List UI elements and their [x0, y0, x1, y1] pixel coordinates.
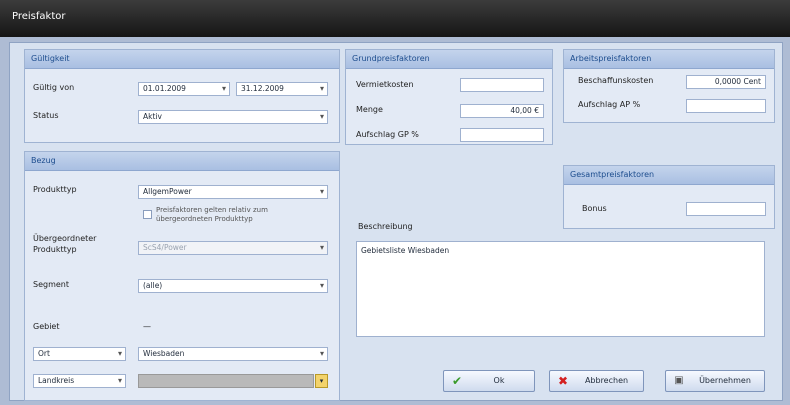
beschreibung-label: Beschreibung: [358, 222, 413, 231]
segment-select[interactable]: (alle): [138, 279, 328, 293]
beschaffung-input[interactable]: 0,0000 Cent: [686, 75, 766, 89]
gesamtpreis-header: Gesamtpreisfaktoren: [564, 166, 774, 185]
bezug-header: Bezug: [25, 152, 339, 171]
ok-button[interactable]: ✔ Ok: [443, 370, 535, 392]
vermietkosten-label: Vermietkosten: [356, 80, 414, 89]
menge-label: Menge: [356, 105, 383, 114]
landkreis-type-select[interactable]: Landkreis: [33, 374, 126, 388]
produkttyp-select[interactable]: AllgemPower: [138, 185, 328, 199]
status-label: Status: [33, 111, 59, 120]
arbeitspreis-panel: Arbeitspreisfaktoren Beschaffunskosten 0…: [563, 49, 775, 123]
ort-select[interactable]: Wiesbaden: [138, 347, 328, 361]
aufschlag-ap-label: Aufschlag AP %: [578, 100, 641, 109]
grundpreis-panel: Grundpreisfaktoren Vermietkosten Menge 4…: [345, 49, 553, 145]
status-select[interactable]: Aktiv: [138, 110, 328, 124]
cancel-button[interactable]: ✖ Abbrechen: [549, 370, 644, 392]
bonus-label: Bonus: [582, 204, 607, 213]
produkttyp-label: Produkttyp: [33, 185, 77, 194]
vermietkosten-input[interactable]: [460, 78, 544, 92]
gueltig-von-label: Gültig von: [33, 83, 75, 92]
landkreis-browse-button[interactable]: ▾: [315, 374, 328, 388]
uebergeordneter-produkttyp-label: Übergeordneter Produkttyp: [33, 234, 97, 254]
dialog-body: Gültigkeit Gültig von 01.01.2009 31.12.2…: [9, 42, 783, 401]
gueltigkeit-header: Gültigkeit: [25, 50, 339, 69]
date-to-picker[interactable]: 31.12.2009: [236, 82, 328, 96]
menge-input[interactable]: 40,00 €: [460, 104, 544, 118]
bezug-panel: Bezug Produkttyp AllgemPower Preisfaktor…: [24, 151, 340, 401]
arbeitspreis-header: Arbeitspreisfaktoren: [564, 50, 774, 69]
relative-checkbox[interactable]: [143, 210, 152, 219]
close-icon: ✖: [557, 374, 569, 388]
aufschlag-gp-label: Aufschlag GP %: [356, 130, 419, 139]
beschreibung-textarea[interactable]: Gebietsliste Wiesbaden: [356, 241, 765, 337]
apply-button[interactable]: ▣ Übernehmen: [665, 370, 765, 392]
relative-checkbox-label: Preisfaktoren gelten relativ zum übergeo…: [156, 206, 268, 223]
gueltigkeit-panel: Gültigkeit Gültig von 01.01.2009 31.12.2…: [24, 49, 340, 143]
gebiet-label: Gebiet: [33, 322, 60, 331]
title-bar[interactable]: Preisfaktor: [0, 0, 790, 37]
uebergeordneter-produkttyp-select[interactable]: ScS4/Power: [138, 241, 328, 255]
beschaffung-label: Beschaffunskosten: [578, 76, 654, 85]
save-icon: ▣: [674, 375, 684, 386]
ort-type-select[interactable]: Ort: [33, 347, 126, 361]
gesamtpreis-panel: Gesamtpreisfaktoren Bonus: [563, 165, 775, 229]
aufschlag-ap-input[interactable]: [686, 99, 766, 113]
checkmark-icon: ✔: [451, 374, 463, 388]
gebiet-value: —: [143, 322, 151, 331]
date-from-picker[interactable]: 01.01.2009: [138, 82, 230, 96]
aufschlag-gp-input[interactable]: [460, 128, 544, 142]
grundpreis-header: Grundpreisfaktoren: [346, 50, 552, 69]
dialog-window: Preisfaktor Gültigkeit Gültig von 01.01.…: [0, 0, 790, 405]
window-title: Preisfaktor: [12, 11, 66, 22]
bonus-input[interactable]: [686, 202, 766, 216]
landkreis-input[interactable]: [138, 374, 314, 388]
segment-label: Segment: [33, 280, 69, 289]
